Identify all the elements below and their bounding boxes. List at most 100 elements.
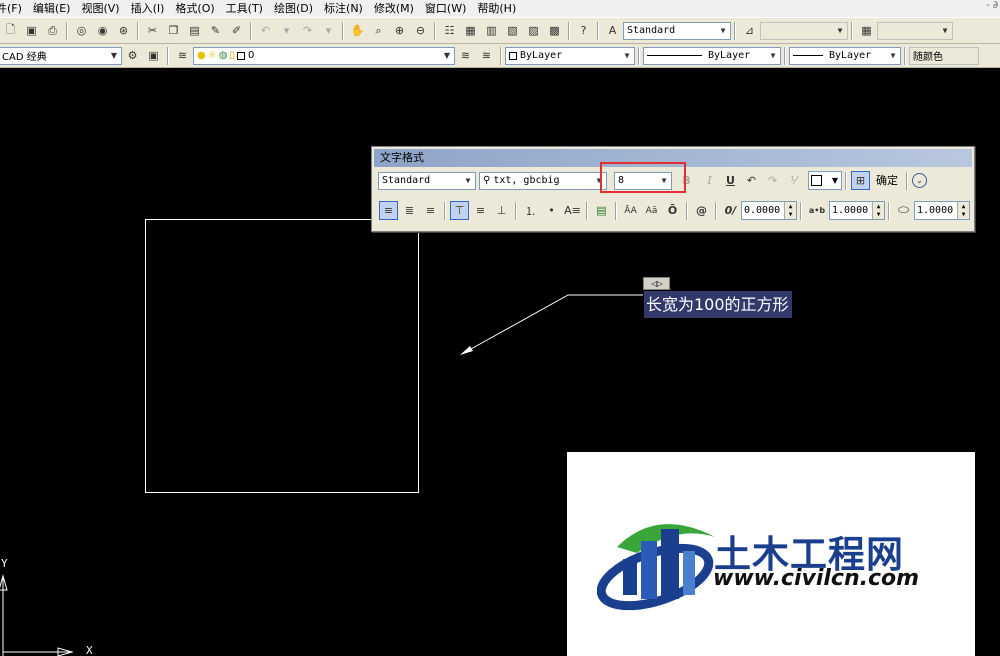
menu-insert[interactable]: 插入(I) (126, 0, 171, 17)
layer-manager-icon[interactable]: ≋ (173, 46, 192, 65)
ok-button[interactable]: 确定 (871, 171, 903, 190)
logo-building-2 (641, 541, 657, 599)
new-icon[interactable]: 🗋 (1, 21, 20, 40)
workspace-settings-icon[interactable]: ⚙ (123, 46, 142, 65)
uppercase-button[interactable]: ĀA (621, 201, 640, 220)
align-center-paragraph-icon[interactable]: ≣ (400, 201, 419, 220)
mtext-editor[interactable]: 长宽为100的正方形 (644, 291, 792, 318)
drawn-square[interactable] (145, 219, 419, 493)
bullets-icon[interactable]: • (542, 201, 561, 220)
menu-help[interactable]: 帮助(H) (472, 0, 522, 17)
window-controls[interactable]: - ∂ (986, 0, 998, 11)
markup-icon[interactable]: ▨ (524, 21, 543, 40)
plot-style-select[interactable]: 随颜色 (909, 46, 979, 65)
redo-dropdown-icon[interactable]: ▾ (319, 21, 338, 40)
underline-button[interactable]: U (721, 171, 740, 190)
paste-icon[interactable]: ▤ (185, 21, 204, 40)
lock-icon: ▯ (229, 50, 235, 61)
table-style-icon[interactable]: ▦ (857, 21, 876, 40)
properties-icon[interactable]: ☷ (440, 21, 459, 40)
italic-button[interactable]: I (700, 171, 719, 190)
print-icon[interactable]: ⎙ (43, 21, 62, 40)
help-icon[interactable]: ? (574, 21, 593, 40)
layer-previous-icon[interactable]: ≊ (477, 46, 496, 65)
text-style-dropdown[interactable]: Standard ▼ (378, 171, 476, 190)
toolbar-separator (515, 201, 517, 220)
menu-dimension[interactable]: 标注(N) (319, 0, 369, 17)
make-current-layer-icon[interactable]: ≋ (456, 46, 475, 65)
spinner-icon[interactable]: ▲ ▼ (957, 202, 969, 219)
my-workspace-icon[interactable]: ▣ (144, 46, 163, 65)
plot-preview-icon[interactable]: ◎ (72, 21, 91, 40)
undo-icon[interactable]: ↶ (256, 21, 275, 40)
copy-icon[interactable]: ❐ (164, 21, 183, 40)
block-editor-icon[interactable]: ✐ (227, 21, 246, 40)
undo-dropdown-icon[interactable]: ▾ (277, 21, 296, 40)
redo-text-icon[interactable]: ↷ (763, 171, 782, 190)
match-properties-icon[interactable]: ✎ (206, 21, 225, 40)
spinner-icon[interactable]: ▲ ▼ (784, 202, 796, 219)
menu-edit[interactable]: 编辑(E) (28, 0, 77, 17)
align-middle-icon[interactable]: ≡ (471, 201, 490, 220)
spinner-icon[interactable]: ▲ ▼ (872, 202, 884, 219)
menu-draw[interactable]: 绘图(D) (269, 0, 319, 17)
menu-format[interactable]: 格式(O) (170, 0, 220, 17)
tracking-input[interactable]: 1.0000 ▲ ▼ (829, 201, 885, 220)
design-center-icon[interactable]: ▦ (461, 21, 480, 40)
workspace-select[interactable]: CAD 经典 ▼ (0, 46, 122, 65)
dim-style-icon[interactable]: ⊿ (740, 21, 759, 40)
text-style-select[interactable]: Standard ▼ (623, 21, 731, 40)
lowercase-button[interactable]: Aā (642, 201, 661, 220)
ruler-toggle-icon[interactable]: ⊞ (851, 171, 870, 190)
lineweight-select[interactable]: ByLayer ▼ (789, 46, 901, 65)
font-dropdown[interactable]: ⚲ txt, gbcbig ▼ (479, 171, 607, 190)
align-right-icon[interactable]: ≡ (421, 201, 440, 220)
uppercase-letters-icon[interactable]: A≡ (563, 201, 582, 220)
insert-field-icon[interactable]: ▤ (592, 201, 611, 220)
zoom-window-icon[interactable]: ⊕ (390, 21, 409, 40)
mtext-ruler-handle[interactable]: ◁▷ (643, 277, 670, 290)
menu-window[interactable]: 窗口(W) (420, 0, 472, 17)
text-style-icon[interactable]: A (603, 21, 622, 40)
layer-select[interactable]: ● ☼ ◍ ▯ 0 ▼ (193, 46, 455, 65)
sheet-set-icon[interactable]: ▧ (503, 21, 522, 40)
align-bottom-icon[interactable]: ⊥ (492, 201, 511, 220)
menu-tools[interactable]: 工具(T) (221, 0, 269, 17)
linetype-select[interactable]: ByLayer ▼ (643, 46, 781, 65)
table-style-select[interactable]: ▼ (877, 21, 953, 40)
toolbar-separator (568, 21, 570, 40)
menu-bar: 件(F) 编辑(E) 视图(V) 插入(I) 格式(O) 工具(T) 绘图(D)… (0, 0, 1000, 17)
numbering-icon[interactable]: ⒈ (521, 201, 540, 220)
menu-file[interactable]: 件(F) (0, 0, 28, 17)
plot-style-value: 随颜色 (913, 52, 943, 63)
tool-palettes-icon[interactable]: ▥ (482, 21, 501, 40)
oblique-angle-input[interactable]: 0.0000 ▲ ▼ (741, 201, 797, 220)
text-color-dropdown[interactable]: ▼ (808, 171, 842, 190)
stack-icon[interactable]: ⅟ (784, 171, 803, 190)
width-factor-input[interactable]: 1.0000 ▲ ▼ (914, 201, 970, 220)
align-left-icon[interactable]: ≡ (379, 201, 398, 220)
zoom-realtime-icon[interactable]: ⌕ (369, 21, 388, 40)
cut-icon[interactable]: ✂ (143, 21, 162, 40)
color-select[interactable]: ByLayer ▼ (505, 46, 635, 65)
align-top-icon[interactable]: ⊤ (450, 201, 469, 220)
publish-icon[interactable]: ◉ (93, 21, 112, 40)
menu-modify[interactable]: 修改(M) (369, 0, 420, 17)
3d-dwf-icon[interactable]: ⊛ (114, 21, 133, 40)
overline-button[interactable]: Ō (663, 201, 682, 220)
options-chevron-icon[interactable]: ⌄ (912, 173, 927, 188)
pan-icon[interactable]: ✋ (348, 21, 367, 40)
layers-toolbar: CAD 经典 ▼ ⚙ ▣ ≋ ● ☼ ◍ ▯ 0 ▼ ≋ ≊ ByLayer ▼… (0, 44, 1000, 68)
redo-icon[interactable]: ↷ (298, 21, 317, 40)
menu-view[interactable]: 视图(V) (76, 0, 125, 17)
calculator-icon[interactable]: ▩ (545, 21, 564, 40)
dim-style-select[interactable]: ▼ (760, 21, 848, 40)
toolbar-separator (137, 21, 139, 40)
chevron-down-icon: ▼ (833, 22, 847, 39)
symbol-button[interactable]: @ (692, 201, 711, 220)
lineweight-preview (793, 55, 823, 56)
chevron-down-icon: ▼ (886, 47, 900, 64)
zoom-previous-icon[interactable]: ⊖ (411, 21, 430, 40)
undo-text-icon[interactable]: ↶ (742, 171, 761, 190)
save-icon[interactable]: ▣ (22, 21, 41, 40)
